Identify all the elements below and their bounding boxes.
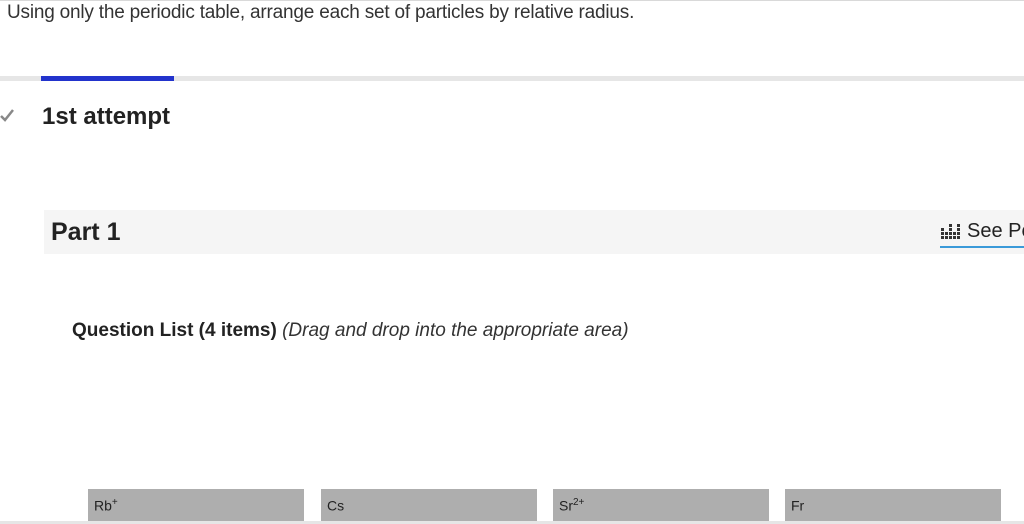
item-charge: + (111, 497, 118, 508)
draggable-item-cs[interactable]: Cs (321, 489, 537, 524)
attempt-tab-bar (0, 76, 1024, 81)
attempt-heading: 1st attempt (42, 103, 171, 130)
question-list-title: Question List (4 items) (72, 320, 277, 341)
question-instruction: Using only the periodic table, arrange e… (7, 2, 635, 23)
active-tab-indicator[interactable] (41, 76, 174, 81)
checkmark-icon (0, 108, 14, 122)
part-header: Part 1 See Pe (44, 210, 1024, 254)
item-symbol: Cs (327, 497, 345, 514)
item-symbol: Rb (94, 497, 112, 514)
draggable-item-rb[interactable]: Rb+ (88, 489, 304, 524)
see-periodic-table-label: See Pe (967, 219, 1024, 242)
periodic-table-icon (941, 224, 960, 239)
draggable-item-sr[interactable]: Sr2+ (553, 489, 769, 524)
part-title: Part 1 (51, 218, 121, 246)
item-charge: 2+ (573, 497, 585, 508)
item-symbol: Sr (559, 497, 573, 514)
top-divider (0, 0, 1024, 1)
item-symbol: Fr (791, 497, 805, 514)
draggable-item-fr[interactable]: Fr (785, 489, 1001, 524)
question-list-heading: Question List (4 items) (Drag and drop i… (72, 320, 629, 342)
see-periodic-table-link[interactable]: See Pe (940, 216, 1024, 248)
question-list-hint: (Drag and drop into the appropriate area… (282, 320, 629, 341)
